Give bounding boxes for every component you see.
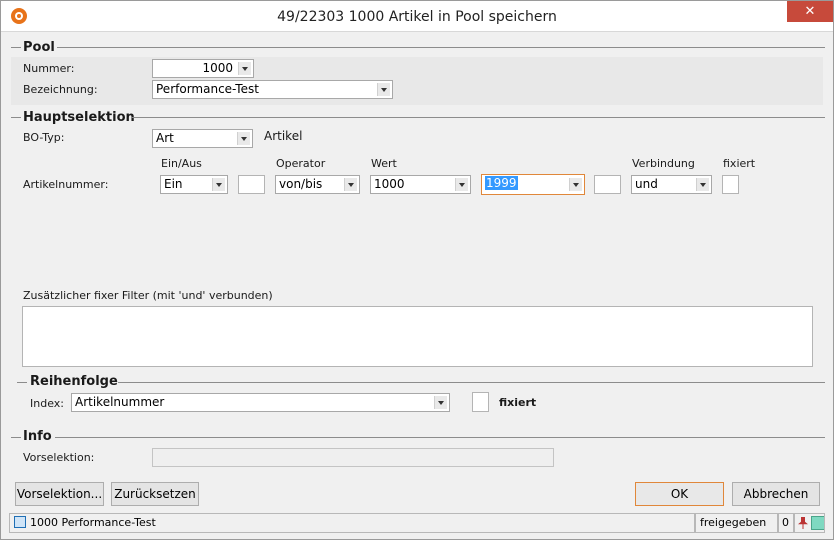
title-bar: 49/22303 1000 Artikel in Pool speichern … [1,1,833,32]
pool-divider-left [11,47,21,48]
close-button[interactable]: ✕ [787,1,833,22]
record-icon [14,516,26,528]
window-title: 49/22303 1000 Artikel in Pool speichern [277,9,557,25]
nummer-label: Nummer: [23,62,75,75]
info-divider [55,437,825,438]
cancel-button[interactable]: Abbrechen [732,482,820,506]
verbindung-value: und [635,177,658,191]
nummer-combo[interactable]: 1000 [152,59,254,78]
chevron-down-icon[interactable] [434,396,447,409]
status-count: 0 [778,513,794,533]
index-value: Artikelnummer [75,395,165,409]
fixiert-checkbox[interactable] [722,175,739,194]
pool-divider [57,47,825,48]
wert-from-value: 1000 [374,177,405,191]
vorselektion-label: Vorselektion: [23,451,95,464]
nummer-value: 1000 [202,61,233,75]
reihenfolge-heading: Reihenfolge [30,374,118,389]
column-verbindung: Verbindung [632,157,695,170]
chevron-down-icon[interactable] [696,178,709,191]
chevron-down-icon[interactable] [238,62,251,75]
bo-typ-label: BO-Typ: [23,131,65,144]
hauptselektion-divider [131,117,825,118]
bezeichnung-label: Bezeichnung: [23,83,98,96]
wert-extra-field[interactable] [594,175,621,194]
pool-heading: Pool [23,40,55,55]
reihenfolge-divider [118,382,825,383]
status-record-cell: 1000 Performance-Test [9,513,695,533]
artikelnummer-label: Artikelnummer: [23,178,109,191]
index-fixiert-checkbox[interactable] [472,392,489,412]
ein-aus-combo[interactable]: Ein [160,175,228,194]
chevron-down-icon[interactable] [569,178,582,191]
vorselektion-field [152,448,554,467]
bo-typ-text: Artikel [264,129,303,143]
verbindung-combo[interactable]: und [631,175,712,194]
bezeichnung-combo[interactable]: Performance-Test [152,80,393,99]
reihenfolge-divider-left [17,382,27,383]
column-fixiert: fixiert [723,157,756,170]
ok-button[interactable]: OK [635,482,724,506]
operator-combo[interactable]: von/bis [275,175,360,194]
chevron-down-icon[interactable] [377,83,390,96]
dialog-window: 49/22303 1000 Artikel in Pool speichern … [0,0,834,540]
column-ein-aus: Ein/Aus [161,157,202,170]
bo-typ-combo[interactable]: Art [152,129,253,148]
chevron-down-icon[interactable] [344,178,357,191]
ein-aus-value: Ein [164,177,183,191]
filter-label: Zusätzlicher fixer Filter (mit 'und' ver… [23,289,273,302]
reset-button[interactable]: Zurücksetzen [111,482,199,506]
index-label: Index: [30,397,64,410]
chevron-down-icon[interactable] [212,178,225,191]
bo-typ-value: Art [156,131,174,145]
ein-aus-extra-field[interactable] [238,175,265,194]
index-combo[interactable]: Artikelnummer [71,393,450,412]
index-fixiert-label: fixiert [499,396,537,409]
operator-value: von/bis [279,177,323,191]
status-bar: 1000 Performance-Test freigegeben 0 [9,513,825,533]
wert-from-combo[interactable]: 1000 [370,175,471,194]
pin-icon[interactable] [798,517,808,529]
filter-textarea[interactable] [22,306,813,367]
note-icon[interactable] [811,516,824,530]
chevron-down-icon[interactable] [237,132,250,145]
pool-panel [11,57,823,105]
column-operator: Operator [276,157,326,170]
wert-to-value: 1999 [485,176,518,190]
bezeichnung-value: Performance-Test [156,82,259,96]
vorselektion-button[interactable]: Vorselektion... [15,482,104,506]
hauptselektion-divider-left [11,117,21,118]
column-wert: Wert [371,157,397,170]
chevron-down-icon[interactable] [455,178,468,191]
status-icons-cell [794,513,825,533]
hauptselektion-heading: Hauptselektion [23,110,135,125]
wert-to-combo[interactable]: 1999 [481,174,585,195]
status-record-text: 1000 Performance-Test [30,516,156,529]
info-heading: Info [23,429,52,444]
info-divider-left [11,437,21,438]
status-state: freigegeben [695,513,778,533]
